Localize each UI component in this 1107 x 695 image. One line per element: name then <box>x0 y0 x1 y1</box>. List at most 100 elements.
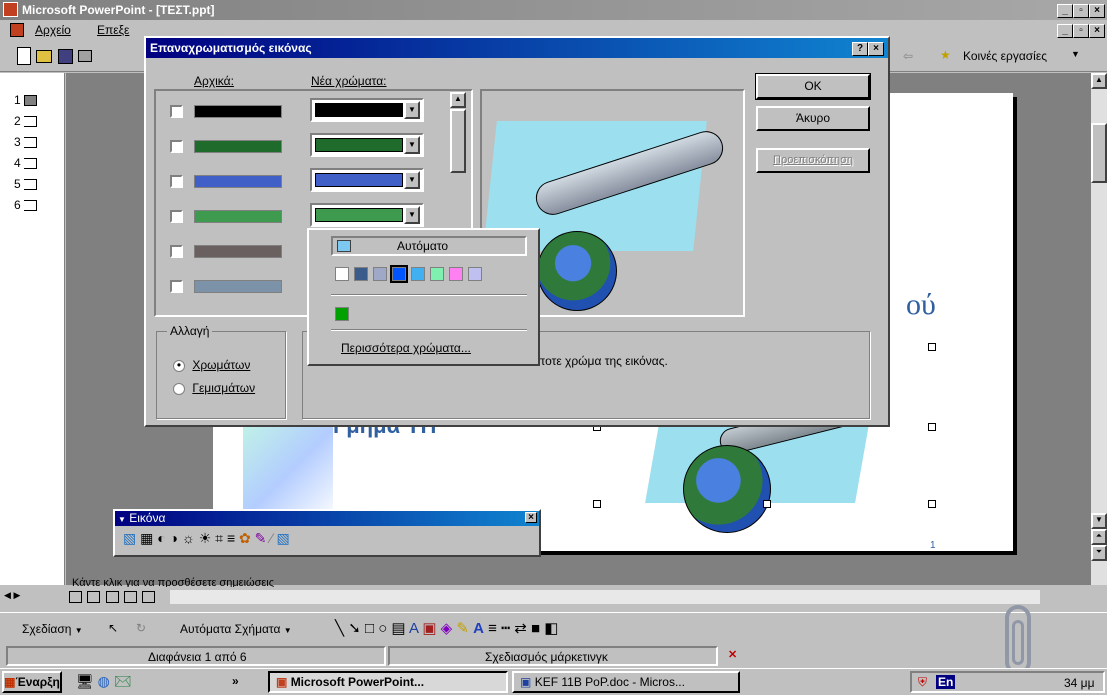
line-style-picture-icon[interactable]: ≡ <box>227 530 235 546</box>
outline-slide-6[interactable]: 6 <box>14 198 38 219</box>
picture-toolbar-title-bar[interactable]: ▼ Εικόνα × <box>115 511 539 526</box>
image-control-icon[interactable]: ▦ <box>140 530 153 546</box>
autoshapes-menu-button[interactable]: Αυτόματα Σχήματα ▼ <box>180 622 292 636</box>
scroll-left-icon[interactable]: ◀ <box>4 590 11 600</box>
palette-color-swatch[interactable] <box>354 267 368 281</box>
palette-color-swatch[interactable] <box>468 267 482 281</box>
more-contrast-icon[interactable]: ◐ <box>157 530 165 546</box>
preview-button[interactable]: Προεπισκόπηση <box>756 148 870 173</box>
antivirus-icon[interactable]: ⛨ <box>918 675 927 690</box>
start-button[interactable]: ▦Έναρξη <box>2 671 62 693</box>
more-brightness-icon[interactable]: ☼ <box>182 530 195 546</box>
new-color-dropdown[interactable]: ▼ <box>310 133 424 157</box>
normal-view-icon[interactable] <box>69 590 82 603</box>
doc-minimize-icon[interactable]: _ <box>1057 24 1073 38</box>
dropdown-arrow-icon[interactable]: ▼ <box>404 206 420 224</box>
close-icon[interactable]: × <box>1089 4 1105 18</box>
horizontal-scrollbar[interactable] <box>170 590 1040 604</box>
selection-handle[interactable] <box>928 343 936 351</box>
recolor-checkbox[interactable] <box>170 105 183 118</box>
save-icon[interactable] <box>57 48 73 64</box>
ok-button[interactable]: OK <box>755 73 871 100</box>
selection-handle[interactable] <box>593 500 601 508</box>
dash-style-icon[interactable]: ┅ <box>501 620 510 637</box>
dialog-help-icon[interactable]: ? <box>852 42 868 56</box>
slide-show-icon[interactable] <box>142 590 156 603</box>
spelling-icon[interactable]: ✕ <box>728 648 737 661</box>
palette-color-swatch[interactable] <box>449 267 463 281</box>
less-brightness-icon[interactable]: ☀ <box>199 530 212 546</box>
fill-color-icon[interactable]: ◈ <box>441 620 453 637</box>
internet-icon[interactable]: ◍ <box>98 673 110 689</box>
format-picture-icon[interactable]: ✎ <box>255 530 267 546</box>
line-color-icon[interactable]: ✎ <box>456 620 469 637</box>
selection-handle[interactable] <box>928 423 936 431</box>
quick-launch-more[interactable]: » <box>232 674 239 688</box>
arrow-style-icon[interactable]: ⇄ <box>514 620 527 637</box>
outline-slide-1[interactable]: 1 <box>14 93 38 114</box>
radio-colors[interactable]: • Χρωμάτων <box>173 358 250 372</box>
text-box-icon[interactable]: ▤ <box>391 620 405 637</box>
automatic-color-option[interactable]: Αυτόματο <box>331 236 527 256</box>
language-indicator[interactable]: En <box>936 675 956 689</box>
outline-view-icon[interactable] <box>87 590 101 603</box>
insert-picture-icon[interactable]: ▧ <box>123 530 136 546</box>
outline-slide-3[interactable]: 3 <box>14 135 38 156</box>
3d-icon[interactable]: ◧ <box>544 620 558 637</box>
menu-file[interactable]: Αρχείο <box>30 23 76 37</box>
arrow-icon[interactable]: ➘ <box>348 620 361 637</box>
show-desktop-icon[interactable]: 🖥 <box>76 673 94 689</box>
new-color-dropdown[interactable]: ▼ <box>310 168 424 192</box>
outlook-icon[interactable]: ✉ <box>114 673 132 689</box>
more-colors-option[interactable]: Περισσότερα χρώματα... <box>341 341 471 355</box>
cancel-button[interactable]: Άκυρο <box>756 106 870 131</box>
palette-color-swatch[interactable] <box>430 267 444 281</box>
dialog-close-icon[interactable]: × <box>868 42 884 56</box>
previous-slide-icon[interactable]: ⏶ <box>1091 529 1107 545</box>
doc-close-icon[interactable]: × <box>1089 24 1105 38</box>
recolor-checkbox[interactable] <box>170 175 183 188</box>
maximize-icon[interactable]: ▫ <box>1073 4 1089 18</box>
open-icon[interactable] <box>36 49 53 63</box>
scroll-right-icon[interactable]: ▶ <box>13 590 20 600</box>
scroll-down-arrow[interactable]: ▼ <box>1091 513 1107 529</box>
rectangle-icon[interactable]: □ <box>365 620 374 637</box>
menu-edit[interactable]: Επεξε <box>92 23 134 37</box>
task-word[interactable]: ▣ KEF 11B PoP.doc - Micros... <box>512 671 740 693</box>
recolor-checkbox[interactable] <box>170 245 183 258</box>
wordart-icon[interactable]: A <box>409 620 418 637</box>
list-scroll-thumb[interactable] <box>450 109 466 173</box>
outline-slide-2[interactable]: 2 <box>14 114 38 135</box>
selection-handle[interactable] <box>763 500 771 508</box>
common-tasks-button[interactable]: Κοινές εργασίες <box>963 49 1047 63</box>
less-contrast-icon[interactable]: ◑ <box>170 530 178 546</box>
line-icon[interactable]: ╲ <box>335 620 344 637</box>
dropdown-arrow-icon[interactable]: ▼ <box>404 136 420 154</box>
notes-placeholder[interactable]: Κάντε κλικ για να προσθέσετε σημειώσεις <box>72 577 274 587</box>
clipart-icon[interactable]: ▣ <box>422 620 436 637</box>
doc-maximize-icon[interactable]: ▫ <box>1073 24 1089 38</box>
task-powerpoint[interactable]: ▣ Microsoft PowerPoint... <box>268 671 508 693</box>
scroll-up-arrow[interactable]: ▲ <box>1091 73 1107 89</box>
selection-handle[interactable] <box>928 500 936 508</box>
dropdown-arrow-icon[interactable]: ▼ <box>404 101 420 119</box>
list-scroll-up-icon[interactable]: ▲ <box>450 92 466 108</box>
font-color-icon[interactable]: A <box>473 620 484 637</box>
print-icon[interactable] <box>78 50 93 62</box>
scroll-thumb[interactable] <box>1091 123 1107 183</box>
select-objects-icon[interactable]: ↖ <box>108 621 118 635</box>
new-color-dropdown[interactable]: ▼ <box>310 203 424 227</box>
minimize-icon[interactable]: _ <box>1057 4 1073 18</box>
recent-color-swatch[interactable] <box>335 307 349 321</box>
picture-toolbar[interactable]: ▼ Εικόνα × ▧ ▦ ◐ ◑ ☼ ☀ ⌗ ≡ ✿ ✎ ⁄ ▧ <box>113 509 541 557</box>
free-rotate-icon[interactable]: ↻ <box>136 621 146 635</box>
recolor-picture-icon[interactable]: ✿ <box>239 530 251 546</box>
slide-title-fragment[interactable]: ού <box>906 288 936 322</box>
next-slide-icon[interactable]: ⏷ <box>1091 545 1107 561</box>
new-icon[interactable] <box>17 47 31 65</box>
vertical-scrollbar[interactable]: ▲ ▼ ⏶ ⏷ <box>1091 73 1107 585</box>
recolor-checkbox[interactable] <box>170 140 183 153</box>
oval-icon[interactable]: ○ <box>378 620 387 637</box>
back-arrow-icon[interactable]: ⇦ <box>903 49 913 63</box>
radio-fills[interactable]: Γεμισμάτων <box>173 381 255 395</box>
